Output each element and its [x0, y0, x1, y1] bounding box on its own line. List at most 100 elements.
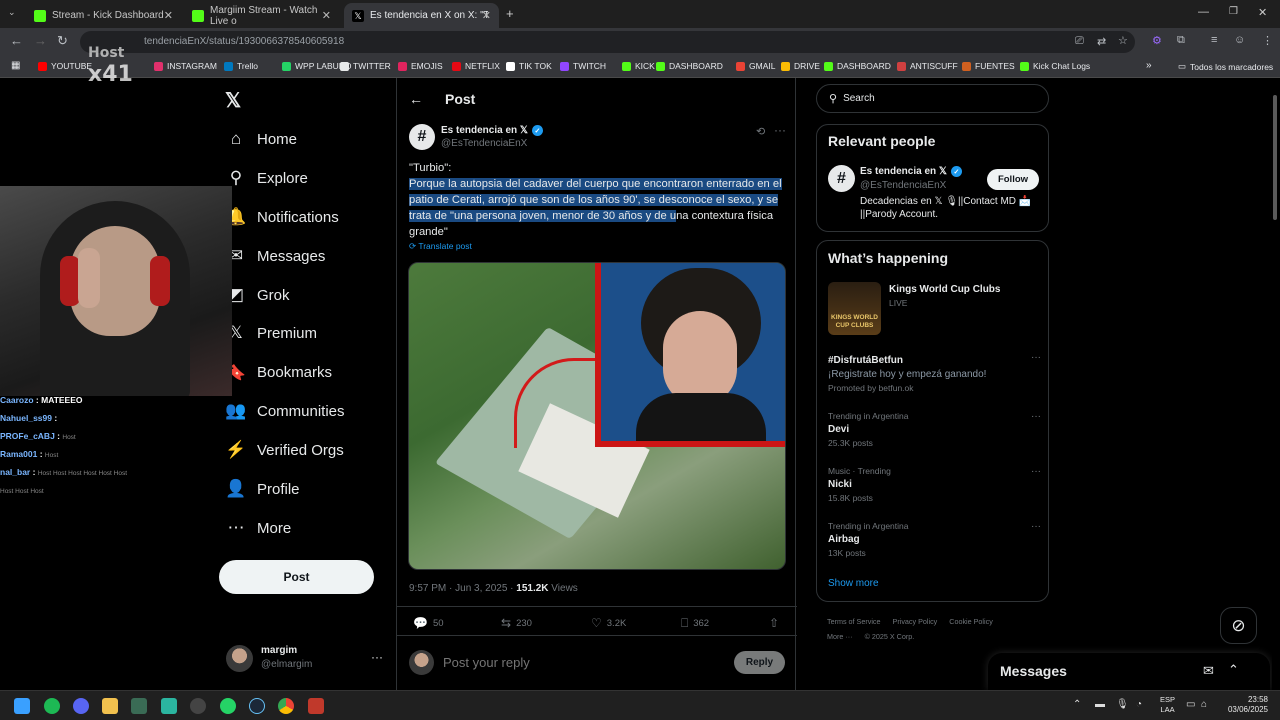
language-indicator[interactable]: ESP LAA [1160, 695, 1175, 715]
footer-link[interactable]: Cookie Policy [949, 617, 993, 626]
featured-title[interactable]: Kings World Cup Clubs [889, 284, 1000, 295]
bookmark-item[interactable]: NETFLIX [452, 61, 500, 71]
nav-item-grok[interactable]: ◩ Grok [226, 280, 290, 310]
back-arrow-icon[interactable]: ← [409, 91, 423, 107]
url-field[interactable]: tendenciaEnX/status/1930066378540605918 [80, 31, 1135, 53]
footer-link[interactable]: More ··· [827, 632, 853, 641]
notes-icon[interactable] [161, 698, 177, 714]
footer-link[interactable]: © 2025 X Corp. [865, 632, 915, 641]
show-more-link[interactable]: Show more [828, 578, 879, 589]
wifi-icon[interactable]: ◔ [1136, 699, 1142, 710]
chevron-up-icon[interactable]: ⌃ [1228, 662, 1239, 678]
tab-margiim-stream[interactable]: Margiim Stream - Watch Live o ✕ [184, 3, 339, 28]
nav-item-more[interactable]: ⋯ More [226, 513, 292, 543]
tab-x-post[interactable]: 𝕏 Es tendencia en X on X: "Turbi ✕ [344, 3, 499, 28]
search-field[interactable]: ⚲ Search [816, 84, 1049, 113]
like-action[interactable]: ♡ 3.2K [591, 616, 626, 630]
reload-icon[interactable]: ↻ [57, 33, 68, 49]
more-dots-icon[interactable]: ··· [1031, 352, 1041, 363]
more-dots-icon[interactable]: ··· [371, 650, 383, 664]
relevant-handle[interactable]: @EsTendenciaEnX [860, 180, 946, 191]
post-button[interactable]: Post [219, 560, 374, 594]
bookmark-item[interactable]: INSTAGRAM [154, 61, 217, 71]
nav-item-verified-orgs[interactable]: ⚡ Verified Orgs [225, 435, 343, 465]
nav-item-profile[interactable]: 👤 Profile [225, 474, 299, 504]
bookmark-item[interactable]: ANTISCUFF [897, 61, 958, 71]
menu-list-icon[interactable]: ≡ [1211, 34, 1217, 46]
trend-item[interactable]: Music · Trending Nicki 15.8K posts ··· [828, 466, 1041, 503]
author-avatar[interactable]: # [828, 165, 855, 192]
mic-icon[interactable]: 🎙 [1116, 699, 1129, 710]
maximize-icon[interactable]: ❐ [1229, 6, 1238, 17]
forward-icon[interactable]: → [34, 33, 47, 48]
flag-icon[interactable]: ▬ [1095, 699, 1105, 710]
relevant-name[interactable]: Es tendencia en 𝕏 ✓ [860, 166, 962, 177]
bookmark-item[interactable]: EMOJIS [398, 61, 443, 71]
bookmark-item[interactable]: Kick Chat Logs [1020, 61, 1090, 71]
bookmark-item[interactable]: Trello [224, 61, 258, 71]
more-dots-icon[interactable]: ··· [1031, 466, 1041, 477]
nav-item-messages[interactable]: ✉ Messages [226, 241, 326, 271]
obs-icon[interactable] [190, 698, 206, 714]
repost-action[interactable]: ⇆ 230 [501, 616, 532, 630]
chevron-up-icon[interactable]: ⌃ [1073, 699, 1081, 710]
app2-icon[interactable] [308, 698, 324, 714]
more-dots-icon[interactable]: ··· [774, 123, 786, 137]
bookmark-action[interactable]: ⎕ 362 [681, 616, 709, 631]
folder-icon[interactable] [102, 698, 118, 714]
bookmark-item[interactable]: DASHBOARD [656, 61, 723, 71]
trend-item[interactable]: Trending in Argentina Devi 25.3K posts ··· [828, 411, 1041, 448]
translate-icon[interactable]: ⇄ [1097, 35, 1106, 48]
extension-icon[interactable]: ⚙ [1152, 34, 1162, 47]
back-icon[interactable]: ← [10, 33, 23, 48]
tab-search-icon[interactable]: ⌄ [8, 7, 16, 18]
chrome-icon[interactable] [278, 698, 294, 714]
messages-drawer[interactable]: Messages ✉ ⌃ [988, 653, 1270, 690]
trend-item[interactable]: Trending in Argentina Airbag 13K posts ··· [828, 521, 1041, 558]
new-message-icon[interactable]: ✉ [1203, 663, 1214, 679]
footer-link[interactable]: Privacy Policy [893, 617, 938, 626]
bookmark-item[interactable]: DASHBOARD [824, 61, 891, 71]
nav-item-home[interactable]: ⌂ Home [226, 124, 297, 154]
close-icon[interactable]: ✕ [322, 9, 331, 22]
nav-item-premium[interactable]: 𝕏 Premium [226, 318, 317, 348]
share-action[interactable]: ⇧ [769, 616, 784, 630]
new-tab-icon[interactable]: + [506, 6, 514, 21]
close-icon[interactable]: ✕ [164, 9, 173, 22]
all-bookmarks-folder[interactable]: ▭ Todos los marcadores [1178, 61, 1273, 72]
network-icon[interactable]: ⌂ [1201, 699, 1207, 710]
close-icon[interactable]: ✕ [482, 9, 491, 22]
bookmark-item[interactable]: TWITTER [340, 61, 391, 71]
system-clock[interactable]: 23:58 03/06/2025 [1222, 695, 1268, 715]
puzzle-icon[interactable]: ⧉ [1177, 34, 1185, 47]
author-avatar[interactable]: # [409, 124, 435, 150]
bookmark-item[interactable]: KICK [622, 61, 655, 71]
scrollbar[interactable] [1272, 85, 1278, 690]
discord-icon[interactable] [73, 698, 89, 714]
bookmark-item[interactable]: TWITCH [560, 61, 606, 71]
author-handle[interactable]: @EsTendenciaEnX [441, 138, 527, 149]
reply-button[interactable]: Reply [734, 651, 785, 674]
app-icon[interactable] [131, 698, 147, 714]
bookmark-item[interactable]: FUENTES [962, 61, 1015, 71]
install-icon[interactable]: ⎚ [1075, 35, 1084, 48]
bookmark-item[interactable]: TIK TOK [506, 61, 552, 71]
profile-icon[interactable]: ☺ [1234, 34, 1245, 46]
trend-item[interactable]: #DisfrutáBetfun ¡Registrate hoy y empezá … [828, 352, 1041, 393]
grok-icon[interactable]: ⟲ [756, 125, 765, 138]
kebab-menu-icon[interactable]: ⋮ [1262, 34, 1273, 47]
scrollbar-thumb[interactable] [1273, 95, 1277, 220]
bookmark-item[interactable]: DRIVE [781, 61, 820, 71]
more-dots-icon[interactable]: ··· [1031, 521, 1041, 532]
steam-icon[interactable] [249, 698, 265, 714]
tab-kick-dashboard[interactable]: Stream - Kick Dashboard ✕ [26, 3, 181, 28]
minimize-icon[interactable]: — [1198, 6, 1209, 18]
account-switcher[interactable]: margim @elmargim ··· [226, 644, 386, 674]
x-logo-icon[interactable]: 𝕏 [225, 88, 241, 113]
bookmark-item[interactable]: GMAIL [736, 61, 775, 71]
close-window-icon[interactable]: ✕ [1258, 6, 1267, 19]
nav-item-bookmarks[interactable]: 🔖 Bookmarks [225, 357, 332, 387]
monitor-icon[interactable]: ▭ [1186, 699, 1195, 710]
spotify-icon[interactable] [44, 698, 60, 714]
grok-float-icon[interactable]: ⊘ [1220, 607, 1257, 644]
